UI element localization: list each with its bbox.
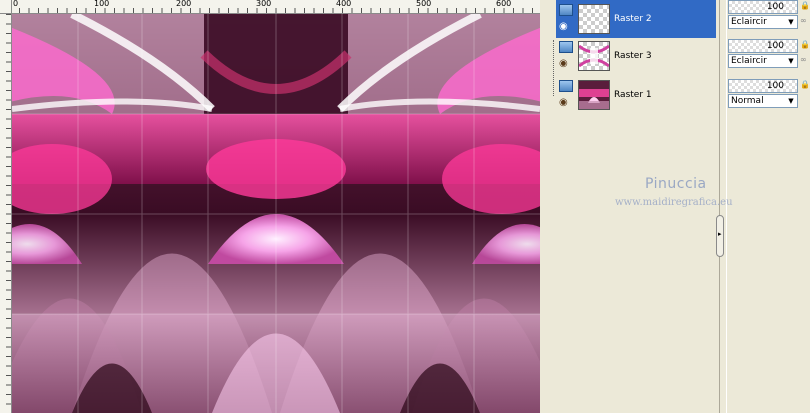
ruler-label: 200	[176, 0, 192, 8]
layer-properties: 100 Eclaircir ▼ 🔒 ∞ 100 Eclaircir ▼ 🔒 ∞ …	[728, 0, 810, 413]
chevron-down-icon: ▼	[788, 97, 794, 105]
ruler-label: 400	[336, 0, 352, 8]
watermark-name: Pinuccia	[645, 176, 707, 192]
ruler-corner	[0, 0, 12, 14]
layer-row-icons: ◉	[556, 37, 576, 75]
blend-mode-select[interactable]: Eclaircir ▼	[728, 15, 798, 29]
lock-icon[interactable]: 🔒	[800, 1, 810, 10]
layer-row-icons: ◉	[556, 0, 576, 38]
layer-thumbnail	[578, 41, 610, 71]
blend-mode-select[interactable]: Normal ▼	[728, 94, 798, 108]
layer-thumbnail	[578, 4, 610, 34]
ruler-ticks	[6, 14, 11, 413]
layer-row-raster-2[interactable]: ◉ Raster 2	[556, 0, 716, 38]
layer-name: Raster 2	[614, 14, 652, 24]
blend-mode-value: Eclaircir	[731, 17, 767, 27]
opacity-slider[interactable]: 100	[728, 79, 798, 93]
layer-props-raster-3: 100 Eclaircir ▼ 🔒 ∞	[728, 39, 810, 75]
raster-layer-icon	[559, 4, 573, 16]
layer-props-raster-1: 100 Normal ▼ 🔒	[728, 79, 810, 115]
blend-mode-value: Eclaircir	[731, 56, 767, 66]
eye-icon[interactable]: ◉	[559, 22, 568, 32]
opacity-value: 100	[766, 81, 784, 91]
chevron-right-icon: ▸	[718, 230, 722, 238]
chevron-down-icon: ▼	[788, 18, 794, 26]
ruler-label: 300	[256, 0, 272, 8]
eye-icon[interactable]: ◉	[559, 98, 568, 108]
blend-mode-value: Normal	[731, 96, 764, 106]
thumbnail-art	[579, 44, 609, 68]
opacity-track	[729, 80, 797, 92]
ruler-ticks	[0, 8, 540, 13]
opacity-value: 100	[766, 41, 784, 51]
collapse-handle[interactable]: ▸	[716, 215, 724, 257]
ruler-label: 0	[13, 0, 19, 8]
layer-name: Raster 3	[614, 51, 652, 61]
watermark-url: www.maidiregrafica.eu	[615, 197, 733, 208]
blend-mode-select[interactable]: Eclaircir ▼	[728, 54, 798, 68]
ruler-label: 500	[416, 0, 432, 8]
image-canvas[interactable]	[12, 14, 540, 413]
layer-row-raster-1[interactable]: ◉ Raster 1	[556, 76, 716, 114]
horizontal-ruler: 0 100 200 300 400 500 600	[0, 0, 540, 14]
raster-layer-icon	[559, 80, 573, 92]
layer-row-icons: ◉	[556, 76, 576, 114]
opacity-slider[interactable]: 100	[728, 0, 798, 14]
opacity-track	[729, 1, 797, 13]
opacity-value: 100	[766, 2, 784, 12]
layer-props-raster-2: 100 Eclaircir ▼ 🔒 ∞	[728, 0, 810, 36]
lock-icon[interactable]: 🔒	[800, 80, 810, 89]
artwork	[12, 14, 540, 413]
link-icon[interactable]: ∞	[800, 55, 807, 64]
layer-thumbnail	[578, 80, 610, 110]
thumbnail-art	[579, 81, 609, 109]
lock-icon[interactable]: 🔒	[800, 40, 810, 49]
ruler-label: 600	[496, 0, 512, 8]
vertical-ruler	[0, 14, 12, 413]
link-icon[interactable]: ∞	[800, 16, 807, 25]
chevron-down-icon: ▼	[788, 57, 794, 65]
eye-icon[interactable]: ◉	[559, 59, 568, 69]
layer-name: Raster 1	[614, 90, 652, 100]
ruler-label: 100	[94, 0, 110, 8]
layer-row-raster-3[interactable]: ◉ Raster 3	[556, 37, 716, 75]
raster-layer-icon	[559, 41, 573, 53]
opacity-track	[729, 40, 797, 52]
opacity-slider[interactable]: 100	[728, 39, 798, 53]
